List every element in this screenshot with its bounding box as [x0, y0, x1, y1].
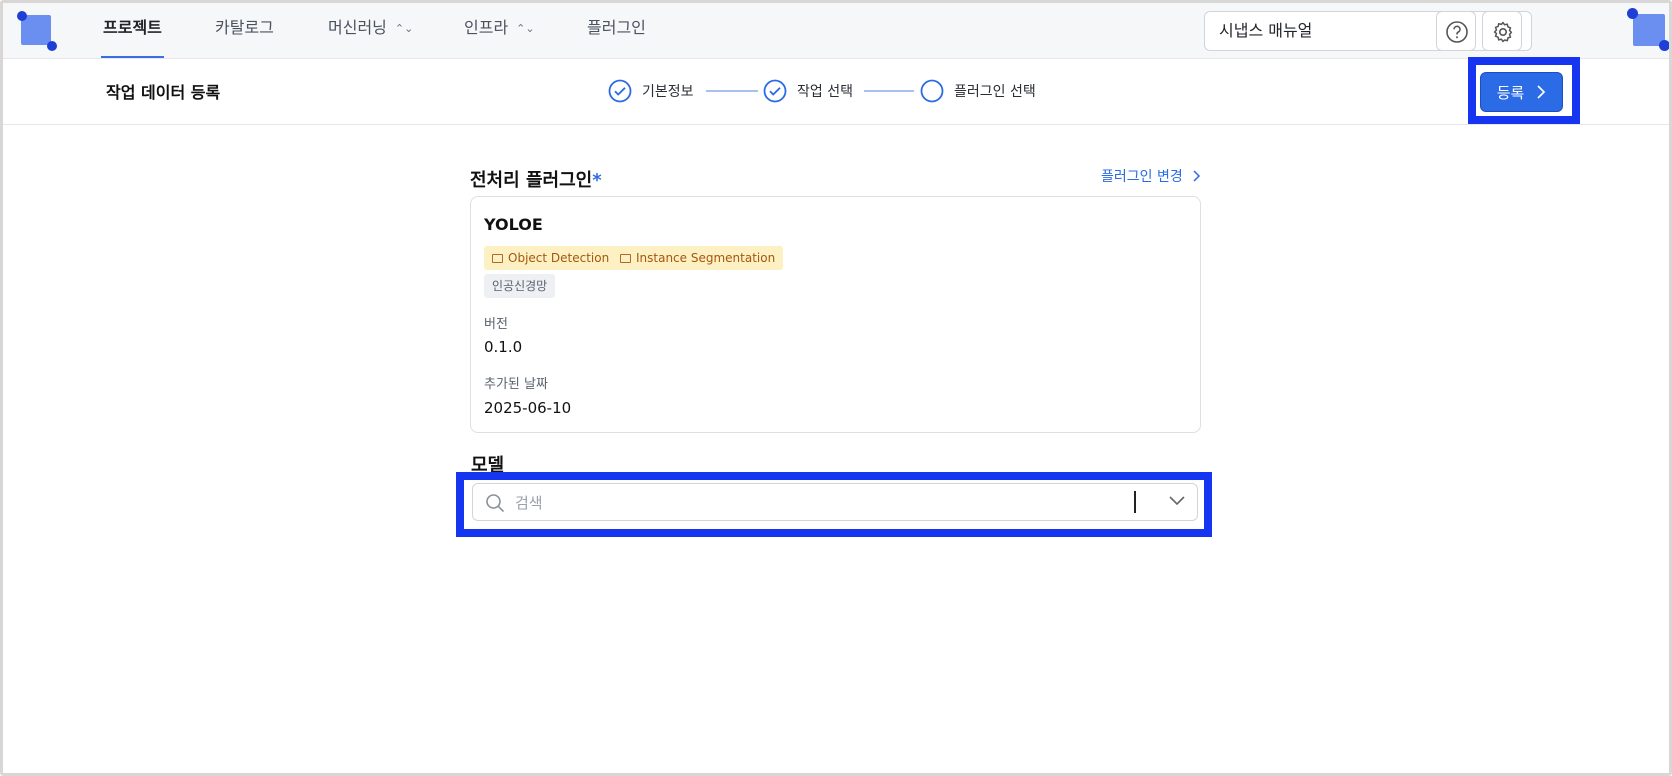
step-task-select: 작업 선택 — [763, 78, 853, 104]
user-avatar[interactable] — [1627, 8, 1670, 51]
search-icon — [486, 494, 505, 513]
step-plugin-select: 플러그인 선택 — [920, 78, 1036, 104]
top-navigation: 프로젝트 카탈로그 머신러닝 ⌃⌄ 인프라 ⌃⌄ 플러그인 시냅스 매뉴얼 — [3, 3, 1670, 59]
image-icon — [620, 254, 631, 263]
image-icon — [492, 254, 503, 263]
help-circle-icon — [1446, 21, 1468, 43]
version-value: 0.1.0 — [484, 338, 523, 356]
empty-circle-icon — [920, 79, 944, 103]
date-value: 2025-06-10 — [484, 399, 572, 417]
tag-category: 인공신경망 — [484, 274, 556, 298]
help-button[interactable] — [1436, 11, 1476, 51]
nav-item-plugins[interactable]: 플러그인 — [587, 3, 646, 58]
app-logo[interactable] — [17, 11, 57, 51]
check-circle-icon — [608, 79, 632, 103]
text-cursor — [1134, 491, 1136, 513]
tag-object-detection: Object Detection — [484, 246, 618, 270]
settings-button[interactable] — [1482, 11, 1522, 51]
model-search-select[interactable] — [472, 483, 1198, 521]
chevron-up-down-icon: ⌃⌄ — [516, 22, 535, 35]
plugin-name: YOLOE — [484, 215, 543, 234]
sub-header: 작업 데이터 등록 기본정보 작업 선택 플러그인 선택 — [3, 59, 1669, 125]
chevron-down-icon[interactable] — [1169, 496, 1185, 506]
nav-item-infra[interactable]: 인프라 ⌃⌄ — [464, 3, 535, 58]
tag-instance-segmentation: Instance Segmentation — [612, 246, 784, 270]
page-title: 작업 데이터 등록 — [106, 83, 221, 102]
nav-item-catalog[interactable]: 카탈로그 — [215, 3, 274, 58]
chevron-right-icon — [1193, 170, 1201, 182]
check-circle-icon — [763, 79, 787, 103]
model-section-title: 모델 — [471, 455, 505, 476]
step-basic-info: 기본정보 — [608, 78, 694, 104]
date-label: 추가된 날짜 — [484, 377, 548, 392]
plugin-section-title: 전처리 플러그인* — [470, 170, 602, 191]
version-label: 버전 — [484, 317, 508, 332]
gear-icon — [1493, 21, 1513, 43]
chevron-up-down-icon: ⌃⌄ — [394, 22, 414, 35]
nav-item-machine-learning[interactable]: 머신러닝 ⌃⌄ — [328, 3, 413, 58]
register-button[interactable]: 등록 — [1480, 72, 1563, 112]
required-mark: * — [592, 170, 602, 191]
change-plugin-link[interactable]: 플러그인 변경 — [1101, 166, 1202, 186]
step-connector — [864, 90, 914, 92]
plugin-card: YOLOE Object Detection Instance Segmenta… — [470, 196, 1201, 433]
model-search-input[interactable] — [515, 490, 1115, 516]
nav-item-projects[interactable]: 프로젝트 — [101, 3, 164, 58]
chevron-right-icon — [1537, 85, 1546, 99]
step-connector — [706, 90, 758, 92]
